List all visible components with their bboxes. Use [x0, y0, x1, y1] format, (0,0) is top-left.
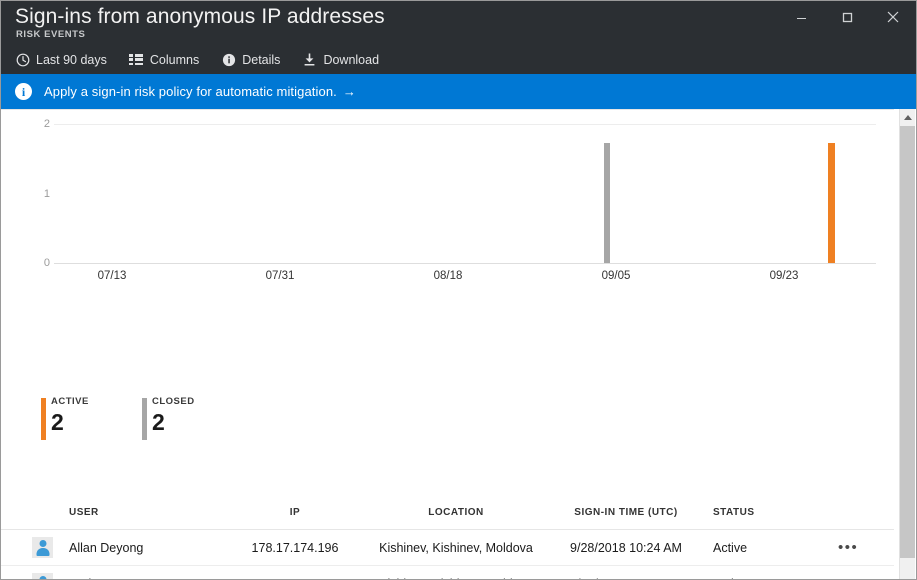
page-title: Sign-ins from anonymous IP addresses [15, 5, 385, 28]
chart-axis-baseline [54, 263, 876, 264]
legend-value: 2 [51, 409, 64, 435]
chart-xtick: 07/13 [97, 270, 127, 282]
cell-ip: 178.17.174.196 [251, 540, 339, 555]
column-header-location[interactable]: LOCATION [361, 507, 551, 518]
chart-bar-active[interactable] [828, 143, 835, 263]
scroll-up-button[interactable] [900, 109, 915, 126]
arrow-right-icon: → [342, 84, 356, 99]
maximize-button[interactable] [824, 1, 870, 33]
cell-ip: 178.17.174.196 [229, 577, 361, 580]
scrollbar-track[interactable] [900, 126, 915, 579]
chart-ytick-0: 0 [43, 257, 50, 269]
legend-value: 2 [152, 409, 165, 435]
cell-user: Enrico Cattaneo [67, 577, 229, 580]
content-scroll-area: 2 1 0 07/13 07/31 08/18 09/05 09/23 ACTI… [1, 109, 894, 579]
clock-icon [15, 52, 30, 67]
scroll-up-icon [903, 115, 912, 120]
legend-swatch-active [41, 398, 46, 440]
page-subtitle: RISK EVENTS [16, 29, 86, 40]
column-header-ip[interactable]: IP [229, 507, 361, 518]
columns-icon [129, 52, 144, 67]
info-icon: i [15, 83, 32, 100]
chart-x-axis: 07/13 07/31 08/18 09/05 09/23 [76, 270, 876, 286]
chart-legend: ACTIVE 2 CLOSED 2 [41, 396, 198, 440]
table-row[interactable]: Enrico Cattaneo 178.17.174.196 Kishinev,… [1, 566, 894, 579]
user-avatar-icon [1, 537, 67, 558]
chart-xtick: 09/05 [601, 270, 631, 282]
cell-location: Kishinev, Kishinev, Moldova [379, 540, 533, 555]
user-avatar-icon [1, 573, 67, 579]
toolbar-label: Last 90 days [36, 52, 107, 67]
chart-xtick: 09/23 [769, 270, 799, 282]
legend-label: ACTIVE [51, 396, 89, 407]
chart-plot-area: 2 1 0 [44, 118, 876, 269]
toolbar-label: Download [323, 52, 380, 67]
column-header-status[interactable]: STATUS [701, 507, 831, 518]
toolbar-label: Columns [149, 52, 200, 67]
cell-signin-time: 9/28/2018 10:24 AM [570, 540, 682, 555]
row-menu-button[interactable]: ••• [835, 574, 861, 579]
window-title-bar: Sign-ins from anonymous IP addresses RIS… [1, 1, 916, 74]
table-header-row: USER IP LOCATION SIGN-IN TIME (UTC) STAT… [1, 496, 894, 530]
legend-item-active[interactable]: ACTIVE 2 [41, 396, 97, 440]
risk-policy-banner[interactable]: i Apply a sign-in risk policy for automa… [1, 74, 916, 109]
chart-bar-closed[interactable] [604, 143, 610, 263]
cell-location: Kishinev, Kishinev, Moldova [361, 577, 551, 580]
toolbar-button-download[interactable]: Download [302, 52, 379, 67]
chart-gridline-top [54, 124, 876, 125]
row-menu-button[interactable]: ••• [835, 538, 861, 557]
column-header-signin-time[interactable]: SIGN-IN TIME (UTC) [551, 507, 701, 518]
window-controls [778, 1, 916, 33]
vertical-scrollbar[interactable] [899, 109, 915, 579]
cell-status: Active [713, 540, 748, 555]
close-button[interactable] [870, 1, 916, 33]
minimize-button[interactable] [778, 1, 824, 33]
toolbar-button-columns[interactable]: Columns [129, 52, 199, 67]
risk-events-chart: 2 1 0 07/13 07/31 08/18 09/05 09/23 [1, 114, 894, 282]
chart-ytick-2: 2 [43, 118, 50, 130]
banner-text: Apply a sign-in risk policy for automati… [44, 84, 337, 99]
download-icon [302, 52, 317, 67]
command-toolbar: Last 90 days Columns Details Download [1, 45, 401, 74]
legend-swatch-closed [142, 398, 147, 440]
risk-events-table: USER IP LOCATION SIGN-IN TIME (UTC) STAT… [1, 496, 894, 579]
toolbar-label: Details [242, 52, 281, 67]
table-row[interactable]: Allan Deyong 178.17.174.196 Kishinev, Ki… [1, 530, 894, 566]
toolbar-button-last-90-days[interactable]: Last 90 days [15, 52, 107, 67]
legend-label: CLOSED [152, 396, 195, 407]
risk-events-window: Sign-ins from anonymous IP addresses RIS… [0, 0, 917, 580]
scrollbar-thumb[interactable] [900, 126, 915, 558]
chart-xtick: 07/31 [265, 270, 295, 282]
legend-item-closed[interactable]: CLOSED 2 [142, 396, 198, 440]
chart-xtick: 08/18 [433, 270, 463, 282]
cell-signin-time: 9/28/2018 10:30 AM [551, 577, 701, 580]
chart-ytick-1: 1 [43, 188, 50, 200]
column-header-user[interactable]: USER [67, 507, 229, 518]
cell-user: Allan Deyong [69, 540, 144, 555]
cell-status: Active [701, 577, 831, 580]
info-icon [221, 52, 236, 67]
toolbar-button-details[interactable]: Details [221, 52, 280, 67]
